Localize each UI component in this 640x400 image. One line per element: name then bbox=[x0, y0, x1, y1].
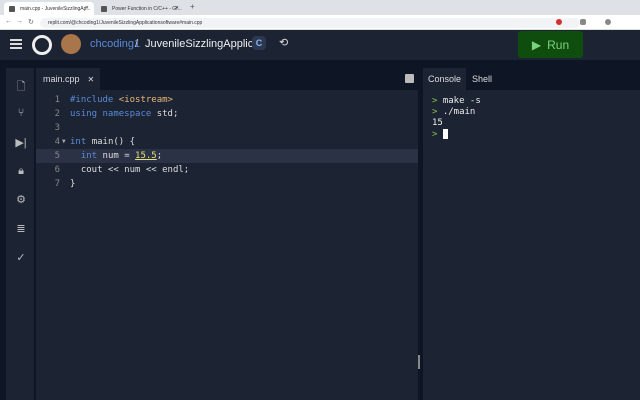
browser-tab[interactable]: main.cpp - JuvenileSizzlingAp... ✕ bbox=[4, 2, 94, 15]
files-icon[interactable]: 🗋 bbox=[15, 78, 27, 97]
code-line[interactable]: 5 int num = 15.5; bbox=[36, 149, 418, 163]
close-tab-icon[interactable]: ✕ bbox=[85, 5, 89, 11]
settings-gear-icon[interactable]: ⚙ bbox=[15, 193, 27, 206]
console-line: > make -s bbox=[432, 96, 481, 106]
line-number: 5 bbox=[54, 151, 60, 161]
prompt-icon: > bbox=[432, 96, 443, 106]
code-text: int num = 15.5; bbox=[80, 151, 163, 161]
menu-icon[interactable] bbox=[10, 39, 22, 49]
debugger-icon[interactable]: ▶| bbox=[15, 136, 27, 149]
repl-name[interactable]: JuvenileSizzlingApplic... bbox=[145, 38, 262, 50]
code-text: using namespace std; bbox=[70, 109, 179, 119]
code-text: int main() { bbox=[70, 137, 136, 147]
forward-icon[interactable]: → bbox=[16, 18, 23, 25]
line-number: 4 bbox=[54, 137, 60, 147]
editor-tab-main-cpp[interactable]: main.cpp ✕ bbox=[36, 68, 100, 90]
line-number: 7 bbox=[54, 179, 60, 189]
extension-icon[interactable] bbox=[556, 19, 562, 25]
code-editor[interactable]: main.cpp ✕ 1 #include <iostream> 2 using nam… bbox=[36, 68, 418, 400]
console-pane[interactable]: Console Shell > make -s > ./main 15 > bbox=[423, 68, 640, 400]
code-text: #include <iostream> bbox=[70, 95, 173, 105]
replit-logo-icon[interactable] bbox=[32, 35, 52, 55]
prompt-icon: > bbox=[432, 129, 443, 140]
history-icon[interactable]: ⟲ bbox=[279, 36, 288, 49]
console-line: > bbox=[432, 129, 448, 140]
close-tab-icon[interactable]: ✕ bbox=[88, 75, 95, 84]
code-line[interactable]: 7} bbox=[36, 177, 418, 191]
code-line[interactable]: 2 using namespace std; bbox=[36, 107, 418, 121]
browser-tab-strip: main.cpp - JuvenileSizzlingAp... ✕ Power … bbox=[0, 0, 640, 15]
run-label: Run bbox=[547, 37, 570, 52]
fold-arrow-icon[interactable]: ▼ bbox=[62, 135, 66, 149]
tab-title: Power Function in C/C++ - Gr... bbox=[112, 6, 182, 12]
replit-favicon-icon bbox=[9, 6, 15, 12]
tab-shell[interactable]: Shell bbox=[467, 68, 497, 90]
line-number: 2 bbox=[54, 109, 60, 119]
avatar[interactable] bbox=[61, 34, 81, 54]
checkmark-icon[interactable]: ✓ bbox=[15, 251, 27, 264]
editor-tab-label: main.cpp bbox=[43, 74, 80, 84]
reload-icon[interactable]: ↻ bbox=[28, 18, 34, 26]
tab-title: main.cpp - JuvenileSizzlingAp... bbox=[20, 6, 91, 12]
line-number: 1 bbox=[54, 95, 60, 105]
code-line[interactable]: 4 ▼ int main() { bbox=[36, 135, 418, 149]
code-line[interactable]: 1 #include <iostream> bbox=[36, 93, 418, 107]
address-bar-row: ← → ↻ replit.com/@chcoding1/JuvenileSizz… bbox=[0, 15, 640, 30]
secrets-lock-icon[interactable]: 🔒︎ bbox=[15, 165, 27, 178]
close-tab-icon[interactable]: ✕ bbox=[175, 5, 179, 11]
database-icon[interactable]: ≣ bbox=[15, 222, 27, 235]
line-number: 3 bbox=[54, 123, 60, 133]
new-tab-icon[interactable]: + bbox=[190, 2, 195, 11]
code-line[interactable]: 3 bbox=[36, 121, 418, 135]
code-line[interactable]: 6 cout << num << endl; bbox=[36, 163, 418, 177]
browser-tab[interactable]: Power Function in C/C++ - Gr... ✕ bbox=[96, 2, 184, 15]
breadcrumb-separator: / bbox=[135, 38, 139, 50]
code-text: cout << num << endl; bbox=[70, 165, 190, 175]
tab-console[interactable]: Console bbox=[423, 68, 467, 90]
pane-resize-handle[interactable] bbox=[418, 355, 420, 369]
console-line: 15 bbox=[432, 118, 443, 128]
version-control-icon[interactable]: ⑂ bbox=[15, 107, 27, 119]
code-text: } bbox=[70, 179, 76, 189]
username-link[interactable]: chcoding1 bbox=[90, 38, 140, 50]
prompt-icon: > bbox=[432, 107, 443, 117]
language-badge: C bbox=[252, 36, 266, 50]
profile-icon[interactable] bbox=[605, 19, 611, 25]
console-line: > ./main bbox=[432, 107, 476, 117]
back-icon[interactable]: ← bbox=[5, 18, 12, 25]
url-input[interactable]: replit.com/@chcoding1/JuvenileSizzlingAp… bbox=[40, 18, 580, 28]
terminal-cursor bbox=[442, 129, 448, 139]
run-button[interactable]: ▶ Run bbox=[518, 31, 583, 58]
line-number: 6 bbox=[54, 165, 60, 175]
gfg-favicon-icon bbox=[101, 6, 107, 12]
play-icon: ▶ bbox=[531, 37, 542, 52]
outline-list-icon[interactable] bbox=[405, 74, 414, 83]
extensions-icon[interactable] bbox=[580, 19, 586, 25]
